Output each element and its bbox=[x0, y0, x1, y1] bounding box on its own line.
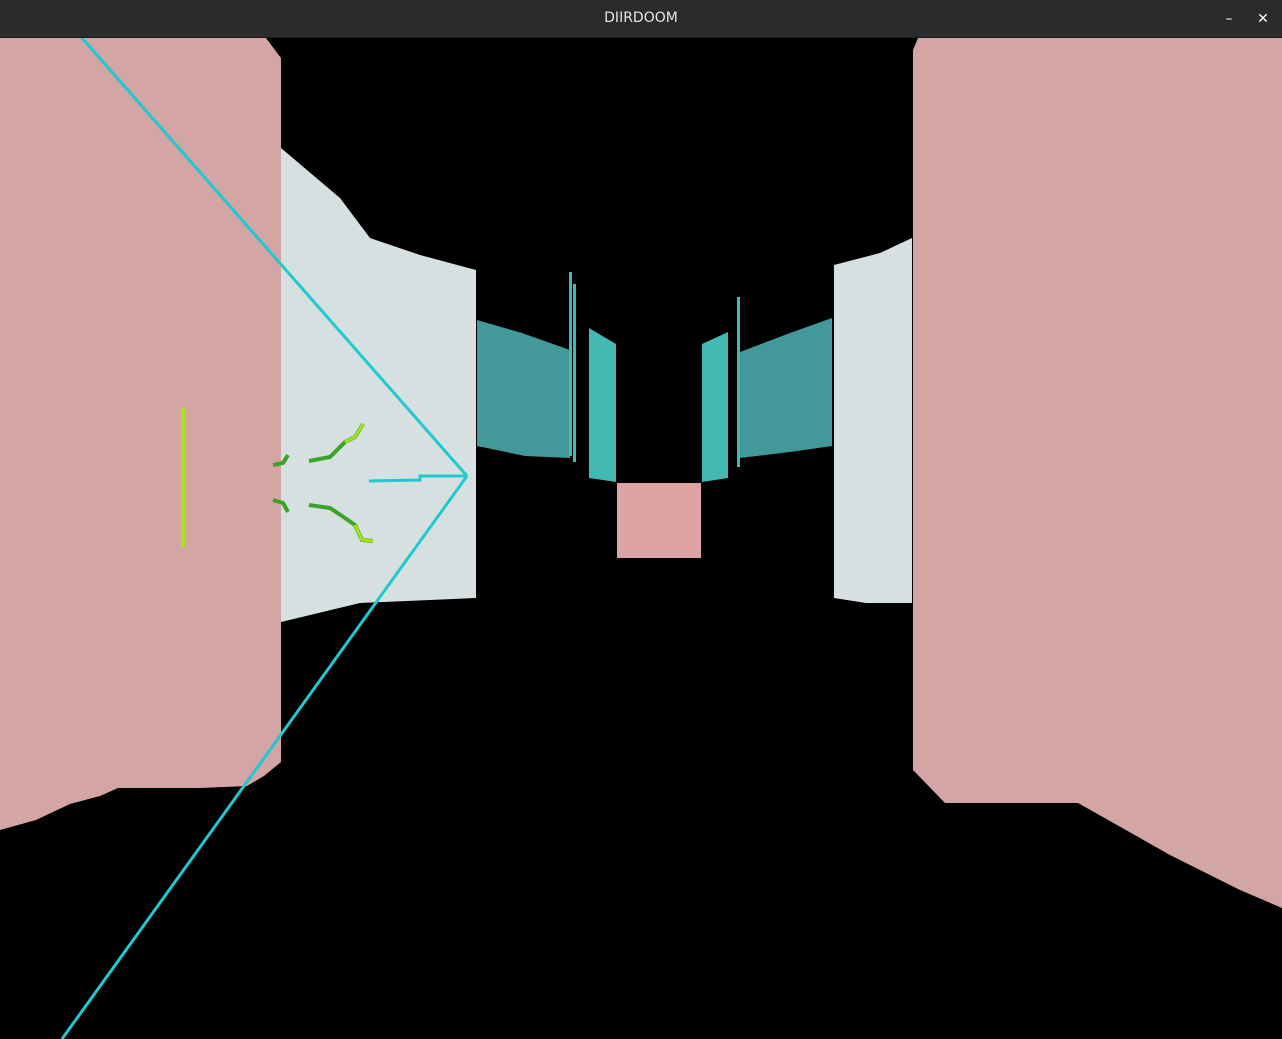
pillar-right bbox=[702, 332, 728, 482]
mid-wall-right bbox=[834, 238, 912, 603]
close-icon[interactable]: ✕ bbox=[1252, 8, 1274, 30]
near-wall-right bbox=[913, 38, 1282, 908]
game-scene bbox=[0, 38, 1282, 1039]
window-title: DIIRDOOM bbox=[604, 10, 678, 26]
pillar-left bbox=[589, 328, 616, 482]
game-window: DIIRDOOM – ✕ bbox=[0, 0, 1282, 1039]
game-viewport[interactable] bbox=[0, 38, 1282, 1039]
edge-left-1 bbox=[569, 272, 572, 456]
edge-left-2 bbox=[573, 284, 576, 462]
weapon-bar bbox=[181, 408, 185, 547]
edge-right-1 bbox=[737, 297, 740, 467]
minimize-icon[interactable]: – bbox=[1218, 8, 1240, 30]
end-block bbox=[617, 483, 701, 558]
near-wall-left bbox=[0, 38, 281, 830]
titlebar: DIIRDOOM – ✕ bbox=[0, 0, 1282, 38]
